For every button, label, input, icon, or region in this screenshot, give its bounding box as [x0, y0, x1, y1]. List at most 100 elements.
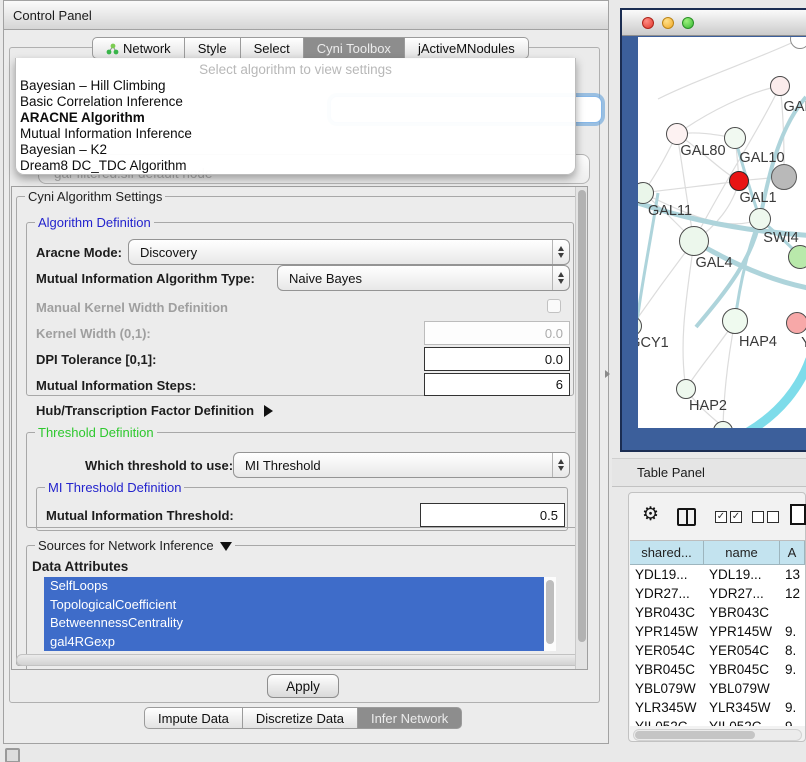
- list-vertical-scrollbar[interactable]: [544, 577, 556, 651]
- deselect-all-checkbox-icon[interactable]: [767, 511, 779, 523]
- tab-impute-data[interactable]: Impute Data: [144, 707, 243, 729]
- node-gal-partial[interactable]: [770, 76, 790, 96]
- dropdown-item-aracne[interactable]: ARACNE Algorithm: [16, 110, 575, 126]
- node-label-gal4: GAL4: [695, 255, 732, 271]
- tab-cyni-toolbox[interactable]: Cyni Toolbox: [304, 37, 405, 59]
- table-row[interactable]: YIL052CYIL052C9: [630, 717, 805, 726]
- control-panel-tabs: Network Style Select Cyni Toolbox jActiv…: [92, 37, 529, 59]
- list-item-betweennesscentrality[interactable]: BetweennessCentrality: [44, 614, 556, 633]
- column-header-name[interactable]: name: [704, 541, 780, 565]
- deselect-all-checkbox-icon[interactable]: [752, 511, 764, 523]
- kernel-width-label: Kernel Width (0,1):: [36, 326, 151, 341]
- dropdown-item-bayesian-k2[interactable]: Bayesian – K2: [16, 142, 575, 158]
- algorithm-definition-title: Algorithm Definition: [35, 215, 154, 230]
- node-gal10[interactable]: [724, 127, 746, 149]
- aracne-mode-combo[interactable]: Discovery: [128, 239, 570, 265]
- minimize-traffic-light-icon[interactable]: [662, 17, 674, 29]
- mi-steps-field[interactable]: 6: [424, 373, 570, 396]
- node-label-hap4: HAP4: [739, 334, 777, 350]
- tab-network-label: Network: [123, 41, 171, 56]
- viewport-horizontal-scrollbar[interactable]: [16, 654, 584, 666]
- expander-collapsed-icon[interactable]: [264, 405, 273, 417]
- table-row[interactable]: YBR043CYBR043C: [630, 603, 805, 622]
- mi-threshold-group-title: MI Threshold Definition: [45, 480, 184, 495]
- node-gray[interactable]: [771, 164, 797, 190]
- network-window-titlebar[interactable]: [622, 10, 806, 36]
- mi-threshold-field[interactable]: 0.5: [420, 503, 565, 527]
- node-gal4[interactable]: [679, 226, 709, 256]
- network-view-window: GAL GAL80 GAL10 GAL1 GAL11 SWI4 GAL4 GCY…: [620, 8, 806, 452]
- table-horizontal-scrollbar[interactable]: [633, 729, 802, 741]
- table-row[interactable]: YPR145WYPR145W9.: [630, 622, 805, 641]
- stepper-icon: [552, 266, 569, 290]
- zoom-traffic-light-icon[interactable]: [682, 17, 694, 29]
- dropdown-item-mutual-information[interactable]: Mutual Information Inference: [16, 126, 575, 142]
- tab-discretize-data[interactable]: Discretize Data: [243, 707, 358, 729]
- node-label-gal11: GAL11: [648, 203, 692, 219]
- splitter-collapse-arrow[interactable]: [605, 370, 610, 378]
- mi-steps-label: Mutual Information Steps:: [36, 378, 196, 393]
- dpi-tolerance-label: DPI Tolerance [0,1]:: [36, 352, 156, 367]
- minimized-panel-icon[interactable]: [5, 748, 20, 762]
- node-pink-right[interactable]: [786, 312, 806, 334]
- list-item-topologicalcoefficient[interactable]: TopologicalCoefficient: [44, 596, 556, 615]
- dropdown-item-dream8[interactable]: Dream8 DC_TDC Algorithm: [16, 158, 575, 174]
- close-traffic-light-icon[interactable]: [642, 17, 654, 29]
- table-row[interactable]: YBR045CYBR045C9.: [630, 660, 805, 679]
- dpi-tolerance-field[interactable]: 0.0: [424, 347, 570, 371]
- node-green-right[interactable]: [788, 245, 806, 269]
- which-threshold-combo[interactable]: MI Threshold: [233, 452, 570, 478]
- mi-algorithm-type-combo[interactable]: Naive Bayes: [277, 265, 570, 291]
- tab-style[interactable]: Style: [185, 37, 241, 59]
- table-row[interactable]: YER054CYER054C8.: [630, 641, 805, 660]
- node-label-y: Y: [801, 335, 806, 351]
- sources-title[interactable]: Sources for Network Inference: [35, 538, 235, 553]
- column-header-shared-name[interactable]: shared...: [630, 541, 704, 565]
- select-all-checkbox-icon[interactable]: ✓: [715, 511, 727, 523]
- node-label-gal10: GAL10: [739, 150, 784, 166]
- network-canvas[interactable]: GAL GAL80 GAL10 GAL1 GAL11 SWI4 GAL4 GCY…: [638, 37, 806, 428]
- table-row[interactable]: YBL079WYBL079W: [630, 679, 805, 698]
- dropdown-item-bayesian-hill-climbing[interactable]: Bayesian – Hill Climbing: [16, 78, 575, 94]
- expander-expanded-icon[interactable]: [220, 542, 232, 551]
- settings-vertical-scrollbar[interactable]: [575, 187, 587, 669]
- list-item-gal4rgexp[interactable]: gal4RGexp: [44, 633, 556, 652]
- control-panel-titlebar[interactable]: Control Panel: [3, 0, 609, 30]
- apply-button[interactable]: Apply: [267, 674, 339, 698]
- show-columns-icon[interactable]: [677, 508, 696, 526]
- data-attributes-label: Data Attributes: [32, 559, 128, 574]
- hub-tf-expander[interactable]: Hub/Transcription Factor Definition: [36, 403, 273, 418]
- table-row[interactable]: YDL19...YDL19...13: [630, 565, 805, 584]
- tab-select[interactable]: Select: [241, 37, 304, 59]
- scrollbar-thumb[interactable]: [578, 190, 586, 642]
- screen: Control Panel ✖ Network Style Select Cyn…: [0, 0, 806, 762]
- gear-icon[interactable]: ⚙: [642, 503, 659, 526]
- kernel-width-field[interactable]: 0.0: [424, 321, 570, 345]
- select-all-checkbox-icon[interactable]: ✓: [730, 511, 742, 523]
- algorithm-dropdown-popup: Select algorithm to view settings Bayesi…: [15, 58, 576, 175]
- node-hap2[interactable]: [676, 379, 696, 399]
- table-row[interactable]: YDR27...YDR27...12: [630, 584, 805, 603]
- node-swi4[interactable]: [749, 208, 771, 230]
- column-header-partial[interactable]: A: [780, 541, 805, 565]
- manual-kernel-label: Manual Kernel Width Definition: [36, 300, 228, 315]
- settings-viewport: Cyni Algorithm Settings Algorithm Defini…: [11, 186, 588, 670]
- dropdown-item-basic-correlation[interactable]: Basic Correlation Inference: [16, 94, 575, 110]
- manual-kernel-checkbox[interactable]: [547, 299, 561, 313]
- cyni-algorithm-settings-title: Cyni Algorithm Settings: [25, 189, 165, 204]
- node-label-hap2: HAP2: [689, 398, 727, 414]
- tab-infer-network[interactable]: Infer Network: [358, 707, 462, 729]
- table-row[interactable]: YLR345WYLR345W9.: [630, 698, 805, 717]
- node-gal80[interactable]: [666, 123, 688, 145]
- tab-jactivemnodules[interactable]: jActiveMNodules: [405, 37, 529, 59]
- control-panel-title: Control Panel: [13, 8, 92, 23]
- tab-network[interactable]: Network: [92, 37, 185, 59]
- table-panel-title: Table Panel: [637, 465, 705, 480]
- node-gal1[interactable]: [729, 171, 749, 191]
- node-hap4[interactable]: [722, 308, 748, 334]
- which-threshold-label: Which threshold to use:: [85, 458, 233, 473]
- list-item-selfloops[interactable]: SelfLoops: [44, 577, 556, 596]
- export-table-icon[interactable]: [790, 504, 806, 525]
- scrollbar-thumb[interactable]: [635, 731, 755, 739]
- mi-threshold-label: Mutual Information Threshold:: [46, 508, 234, 523]
